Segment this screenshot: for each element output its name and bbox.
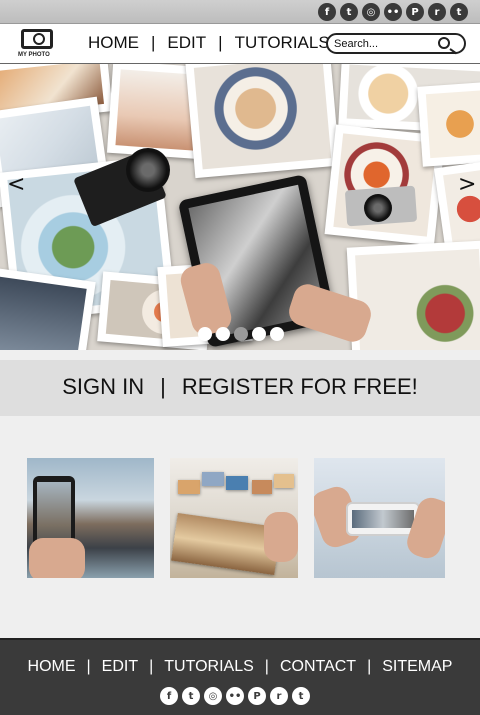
print-photo: [178, 480, 200, 494]
facebook-icon[interactable]: f: [318, 3, 336, 21]
logo-text: MY PHOTO: [18, 52, 50, 58]
main-nav: MY PHOTO HOME | EDIT | TUTORIALS: [0, 24, 480, 64]
pinterest-icon[interactable]: P: [248, 687, 266, 705]
search-input[interactable]: [334, 36, 434, 52]
reddit-icon[interactable]: r: [428, 3, 446, 21]
footer-link-sitemap[interactable]: SITEMAP: [382, 658, 452, 676]
hand: [29, 538, 85, 578]
register-link[interactable]: REGISTER FOR FREE!: [182, 374, 418, 400]
feature-image-phone-landscape[interactable]: [27, 458, 154, 578]
nav-item-edit[interactable]: EDIT: [167, 33, 206, 53]
slider-dot-active[interactable]: [234, 327, 248, 341]
slider-next-arrow[interactable]: >: [458, 172, 476, 197]
hero-photo-card: [346, 240, 480, 350]
footer-menu: HOME | EDIT | TUTORIALS | CONTACT | SITE…: [0, 658, 480, 676]
pinterest-icon[interactable]: P: [406, 3, 424, 21]
footer-separator: |: [367, 658, 372, 675]
footer-separator: |: [264, 658, 269, 675]
feature-image-prints[interactable]: [170, 458, 298, 578]
flickr-icon[interactable]: ••: [226, 687, 244, 705]
flickr-icon[interactable]: ••: [384, 3, 402, 21]
auth-separator: |: [160, 374, 166, 399]
hero-photo-card: [185, 64, 340, 179]
logo[interactable]: MY PHOTO: [18, 27, 58, 61]
lens-icon: [364, 194, 392, 222]
camera-icon: [21, 29, 53, 49]
sign-in-link[interactable]: SIGN IN: [62, 374, 144, 400]
footer: HOME | EDIT | TUTORIALS | CONTACT | SITE…: [0, 638, 480, 715]
hero-photo-card: [417, 81, 480, 167]
twitter-alt-icon[interactable]: t: [292, 687, 310, 705]
auth-links: SIGN IN | REGISTER FOR FREE!: [0, 374, 480, 400]
nav-separator: |: [218, 33, 223, 52]
slider-dots: [198, 327, 284, 341]
footer-link-contact[interactable]: CONTACT: [280, 658, 356, 676]
twitter-icon[interactable]: t: [340, 3, 358, 21]
footer-social-icons: f t ◎ •• P r t: [160, 687, 310, 705]
hand: [264, 512, 298, 562]
nav-menu: HOME | EDIT | TUTORIALS: [88, 33, 330, 53]
print-photo: [252, 480, 272, 494]
top-social-icons: f t ◎ •• P r t: [318, 3, 468, 21]
top-social-bar: f t ◎ •• P r t: [0, 0, 480, 24]
nav-separator: |: [151, 33, 156, 52]
instagram-icon[interactable]: ◎: [204, 687, 222, 705]
slider-dot[interactable]: [198, 327, 212, 341]
footer-link-tutorials[interactable]: TUTORIALS: [164, 658, 254, 676]
slider-prev-arrow[interactable]: <: [7, 172, 25, 197]
twitter-alt-icon[interactable]: t: [450, 3, 468, 21]
print-photo: [274, 474, 294, 488]
slider-dot[interactable]: [270, 327, 284, 341]
nav-item-tutorials[interactable]: TUTORIALS: [235, 33, 330, 53]
search-icon[interactable]: [438, 37, 450, 49]
footer-separator: |: [86, 658, 91, 675]
reddit-icon[interactable]: r: [270, 687, 288, 705]
hero-photo-card: [0, 266, 96, 350]
feature-image-phone-horizontal[interactable]: [314, 458, 445, 578]
slider-dot[interactable]: [216, 327, 230, 341]
facebook-icon[interactable]: f: [160, 687, 178, 705]
slider-dot[interactable]: [252, 327, 266, 341]
lens-icon: [126, 148, 170, 192]
footer-separator: |: [149, 658, 154, 675]
nav-item-home[interactable]: HOME: [88, 33, 139, 53]
footer-link-edit[interactable]: EDIT: [102, 658, 138, 676]
twitter-icon[interactable]: t: [182, 687, 200, 705]
auth-band: SIGN IN | REGISTER FOR FREE!: [0, 360, 480, 416]
print-photo: [202, 472, 224, 486]
print-photo: [226, 476, 248, 490]
instagram-icon[interactable]: ◎: [362, 3, 380, 21]
search-box[interactable]: [326, 33, 466, 54]
footer-link-home[interactable]: HOME: [28, 658, 76, 676]
hero-slider: < >: [0, 64, 480, 350]
